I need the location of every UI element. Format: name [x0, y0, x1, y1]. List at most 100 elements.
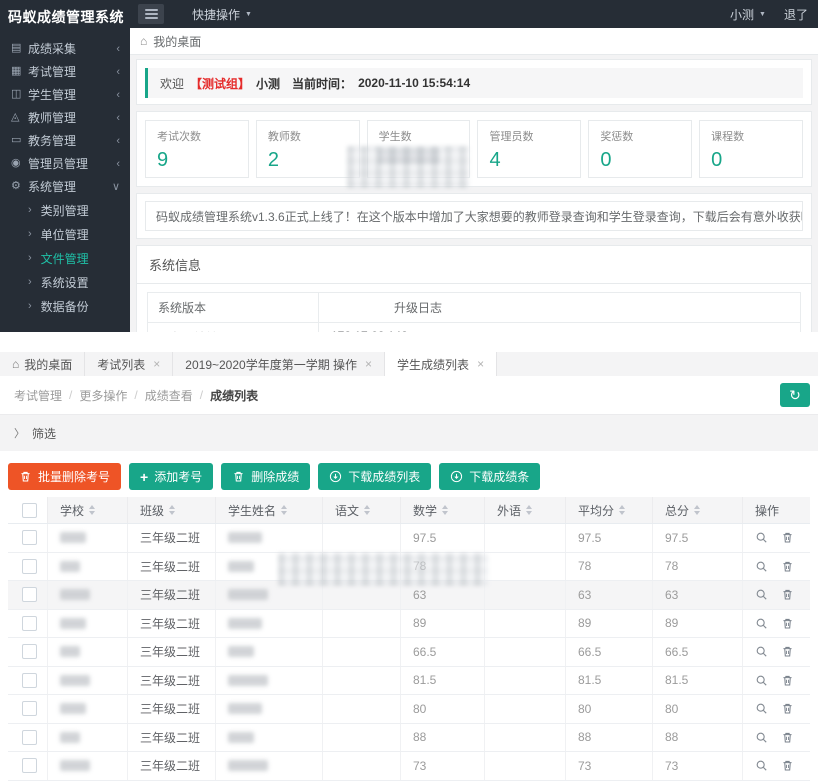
table-row: 三年级二班 73 73 73 — [8, 752, 810, 781]
logout-link[interactable]: 退了 — [784, 6, 808, 23]
delete-row-button[interactable] — [781, 531, 794, 544]
sidebar-item[interactable]: ▦ 考试管理 ‹ — [0, 60, 130, 83]
close-icon[interactable]: × — [153, 357, 160, 371]
column-header[interactable]: 班级 — [128, 497, 216, 523]
close-icon[interactable]: × — [365, 357, 372, 371]
column-header[interactable]: 平均分 — [566, 497, 653, 523]
sort-icon[interactable] — [526, 505, 532, 515]
system-info-row: 系统版本 升级日志 — [147, 292, 801, 322]
view-detail-button[interactable] — [755, 674, 768, 687]
filter-toggle[interactable]: 〉 筛选 — [0, 414, 818, 451]
breadcrumb-separator: / — [134, 388, 137, 402]
column-header[interactable]: 语文 — [323, 497, 401, 523]
row-checkbox[interactable] — [22, 616, 37, 631]
sidebar-subitem[interactable]: › 类别管理 — [0, 198, 130, 222]
row-checkbox[interactable] — [22, 587, 37, 602]
sidebar-subitem[interactable]: › 系统设置 — [0, 270, 130, 294]
tab[interactable]: ⌂ 学生成绩列表 × — [385, 352, 497, 376]
topbar: 快捷操作 ▼ 小测 ▼ 退了 — [130, 0, 818, 28]
sidebar-item[interactable]: ▭ 教务管理 ‹ — [0, 129, 130, 152]
action-button[interactable]: + 添加考号 — [129, 463, 213, 490]
sort-icon[interactable] — [364, 505, 370, 515]
delete-row-button[interactable] — [781, 674, 794, 687]
delete-row-button[interactable] — [781, 560, 794, 573]
row-checkbox[interactable] — [22, 730, 37, 745]
delete-row-button[interactable] — [781, 617, 794, 630]
row-checkbox[interactable] — [22, 644, 37, 659]
view-detail-button[interactable] — [755, 731, 768, 744]
sidebar-subitem[interactable]: › 文件管理 — [0, 246, 130, 270]
operations-cell — [743, 638, 810, 666]
sidebar-subitem[interactable]: › 数据备份 — [0, 294, 130, 318]
sidebar-item[interactable]: ▤ 成绩采集 ‹ — [0, 37, 130, 60]
user-menu[interactable]: 小测 ▼ — [730, 6, 766, 23]
column-header[interactable]: 外语 — [485, 497, 566, 523]
close-icon[interactable]: × — [477, 357, 484, 371]
column-header[interactable]: 学校 — [48, 497, 128, 523]
sidebar-toggle-button[interactable] — [138, 4, 164, 24]
chevron-icon: ‹ — [116, 43, 120, 55]
operations-cell — [743, 581, 810, 609]
school-cell — [48, 524, 128, 552]
breadcrumb-item[interactable]: 考试管理 — [14, 387, 62, 404]
tab-label: 考试列表 — [97, 356, 145, 373]
dashboard-breadcrumb: ⌂ 我的桌面 — [130, 28, 818, 55]
action-button[interactable]: + 批量删除考号 — [8, 463, 121, 490]
chevron-icon: ‹ — [116, 112, 120, 124]
sidebar-item[interactable]: ⚙ 系统管理 ∨ — [0, 175, 130, 198]
class-cell: 三年级二班 — [128, 524, 216, 552]
tab[interactable]: ⌂ 考试列表 × — [85, 352, 173, 376]
tab-label: 我的桌面 — [24, 356, 72, 373]
checkbox-cell — [8, 610, 48, 638]
view-detail-button[interactable] — [755, 702, 768, 715]
quick-actions-menu[interactable]: 快捷操作 ▼ — [192, 6, 252, 23]
delete-row-button[interactable] — [781, 702, 794, 715]
select-all-checkbox[interactable] — [22, 503, 37, 518]
action-button[interactable]: + 下载成绩条 — [439, 463, 540, 490]
sidebar-item-label: 考试管理 — [28, 63, 116, 80]
row-checkbox[interactable] — [22, 673, 37, 688]
sidebar: 码蚁成绩管理系统 ▤ 成绩采集 ‹ ▦ 考试管理 ‹ — [0, 0, 130, 332]
sort-icon[interactable] — [619, 505, 625, 515]
breadcrumb-item[interactable]: 更多操作 — [79, 387, 127, 404]
view-detail-button[interactable] — [755, 588, 768, 601]
action-button[interactable]: + 下载成绩列表 — [318, 463, 431, 490]
trash-icon — [19, 470, 32, 483]
view-detail-button[interactable] — [755, 617, 768, 630]
delete-row-button[interactable] — [781, 645, 794, 658]
sort-icon[interactable] — [89, 505, 95, 515]
sort-icon[interactable] — [442, 505, 448, 515]
row-checkbox[interactable] — [22, 758, 37, 773]
delete-row-button[interactable] — [781, 588, 794, 601]
breadcrumb-item[interactable]: 成绩查看 — [145, 387, 193, 404]
sidebar-item[interactable]: ◉ 管理员管理 ‹ — [0, 152, 130, 175]
column-header[interactable]: 操作 — [743, 497, 810, 523]
view-detail-button[interactable] — [755, 560, 768, 573]
column-header[interactable]: 数学 — [401, 497, 485, 523]
sort-icon[interactable] — [281, 505, 287, 515]
column-header-label: 外语 — [497, 502, 521, 519]
view-detail-button[interactable] — [755, 759, 768, 772]
sidebar-item[interactable]: ◫ 学生管理 ‹ — [0, 83, 130, 106]
row-checkbox[interactable] — [22, 559, 37, 574]
sidebar-subitem[interactable]: › 单位管理 — [0, 222, 130, 246]
sort-icon[interactable] — [169, 505, 175, 515]
view-detail-button[interactable] — [755, 645, 768, 658]
action-button[interactable]: + 删除成绩 — [221, 463, 310, 490]
tab-label: 2019~2020学年度第一学期 操作 — [185, 356, 357, 373]
breadcrumb-item[interactable]: 成绩列表 — [210, 387, 258, 404]
tab[interactable]: ⌂ 我的桌面 × — [0, 352, 85, 376]
view-detail-button[interactable] — [755, 531, 768, 544]
delete-row-button[interactable] — [781, 731, 794, 744]
trash-icon — [232, 470, 245, 483]
refresh-button[interactable]: ↻ — [780, 383, 810, 407]
row-checkbox[interactable] — [22, 701, 37, 716]
sort-icon[interactable] — [694, 505, 700, 515]
tab[interactable]: ⌂ 2019~2020学年度第一学期 操作 × — [173, 352, 385, 376]
sidebar-item[interactable]: ◬ 教师管理 ‹ — [0, 106, 130, 129]
column-header[interactable]: 总分 — [653, 497, 743, 523]
column-header-label: 语文 — [335, 502, 359, 519]
column-header[interactable]: 学生姓名 — [216, 497, 323, 523]
delete-row-button[interactable] — [781, 759, 794, 772]
row-checkbox[interactable] — [22, 530, 37, 545]
